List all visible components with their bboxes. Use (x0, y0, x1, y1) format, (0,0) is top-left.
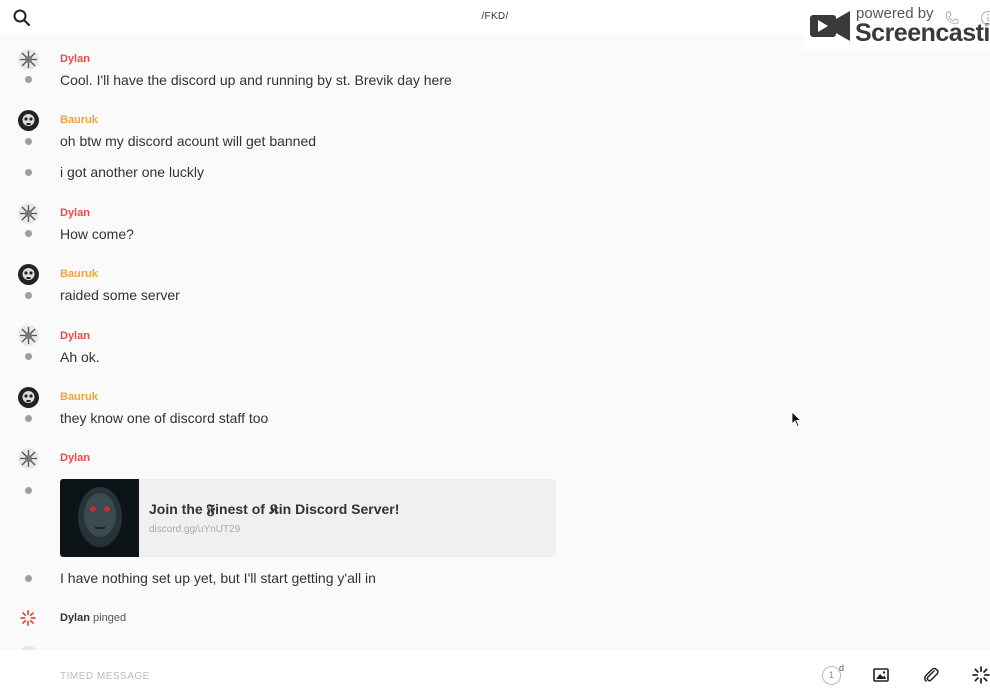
message-text: oh btw my discord acount will get banned (60, 133, 317, 149)
timer-button[interactable]: 1 d (820, 663, 846, 687)
message-text: How come? (60, 226, 134, 242)
message-dot (25, 138, 32, 145)
author-name[interactable]: Dylan (60, 53, 90, 65)
ping-icon[interactable] (972, 666, 990, 684)
avatar-bauruk[interactable] (18, 387, 39, 408)
info-icon[interactable] (980, 10, 990, 26)
ping-notice: Dylan pinged (60, 612, 126, 624)
avatar-bauruk[interactable] (18, 264, 39, 285)
message-text: i got another one luckly (60, 164, 204, 180)
message-text: Cool. I'll have the discord up and runni… (60, 72, 452, 88)
avatar-dylan[interactable] (18, 325, 39, 346)
avatar-dylan[interactable] (18, 203, 39, 224)
cursor-icon (792, 412, 802, 428)
message-dot (25, 575, 32, 582)
embed-title[interactable]: Join the 𝕱inest of 𝕶in Discord Server! (149, 501, 399, 518)
message-dot (25, 415, 32, 422)
paperclip-icon[interactable] (922, 666, 940, 684)
message-dot (25, 353, 32, 360)
message-text: raided some server (60, 287, 180, 303)
message-feed[interactable]: Dylan Cool. I'll have the discord up and… (0, 34, 990, 650)
message-input[interactable] (60, 666, 760, 686)
avatar-dylan[interactable] (18, 448, 39, 469)
message-dot (25, 76, 32, 83)
message-dot (25, 487, 32, 494)
author-name[interactable]: Dylan (60, 452, 90, 464)
avatar-bauruk[interactable] (18, 110, 39, 131)
message-text: they know one of discord staff too (60, 410, 269, 426)
message-dot (25, 230, 32, 237)
author-name[interactable]: Bauruk (60, 268, 98, 280)
author-name[interactable]: Bauruk (60, 391, 98, 403)
author-name[interactable]: Bauruk (60, 114, 98, 126)
embed-thumbnail (60, 479, 139, 557)
link-embed[interactable]: Join the 𝕱inest of 𝕶in Discord Server! d… (60, 479, 556, 557)
message-dot (25, 292, 32, 299)
avatar-dylan[interactable] (18, 49, 39, 70)
message-text: Ah ok. (60, 349, 100, 365)
composer: 1 d (0, 650, 990, 700)
author-name[interactable]: Dylan (60, 330, 90, 342)
author-name[interactable]: Dylan (60, 207, 90, 219)
ping-author[interactable]: Dylan (60, 612, 90, 624)
phone-icon[interactable] (944, 10, 960, 26)
ping-icon (20, 610, 36, 626)
message-dot (25, 169, 32, 176)
image-icon[interactable] (872, 666, 890, 684)
embed-url[interactable]: discord.gg/uYnUT29 (149, 524, 240, 535)
timer-unit: d (839, 663, 845, 673)
message-text: I have nothing set up yet, but I'll star… (60, 570, 376, 586)
ping-action: pinged (93, 612, 127, 624)
